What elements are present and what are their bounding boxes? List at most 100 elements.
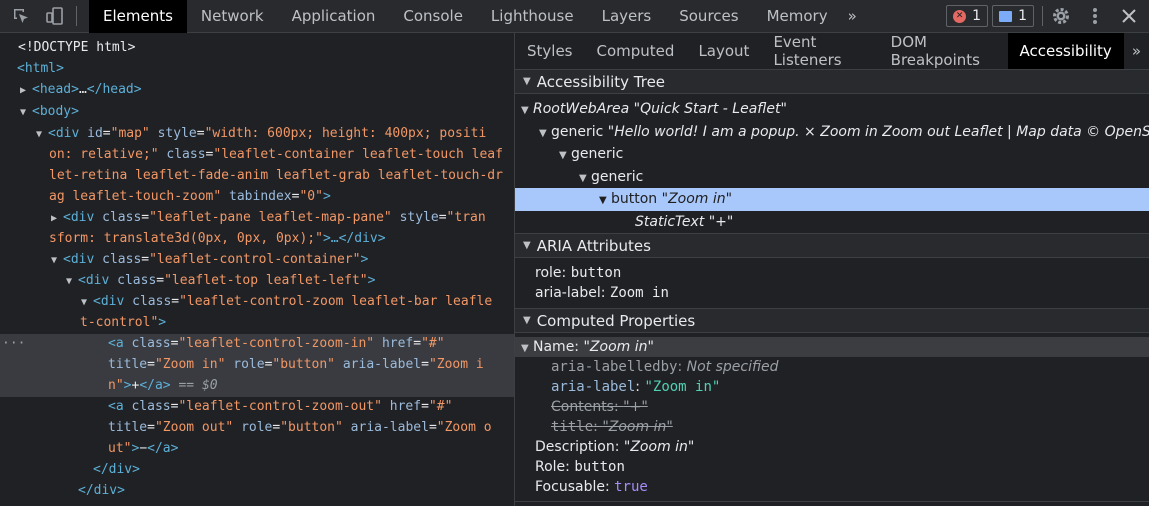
toolbar-divider bbox=[76, 6, 77, 26]
attr-name: class bbox=[131, 399, 171, 414]
dom-line-html[interactable]: <html> bbox=[17, 59, 64, 79]
expand-arrow-icon[interactable]: ▶ bbox=[20, 81, 32, 101]
a11y-node-button[interactable]: ▼ button "Zoom in" bbox=[599, 188, 732, 210]
tab-application[interactable]: Application bbox=[278, 0, 390, 33]
prop-key: Focusable: bbox=[535, 479, 615, 495]
tab-elements[interactable]: Elements bbox=[89, 0, 187, 33]
message-count-badge[interactable]: 1 bbox=[992, 5, 1034, 27]
attr-name: role bbox=[233, 357, 265, 372]
section-title: Accessibility Tree bbox=[536, 72, 666, 91]
computed-name-row[interactable]: ▼ Name: "Zoom in" bbox=[521, 336, 654, 358]
error-count: 1 bbox=[972, 8, 982, 24]
a11y-name: "Quick Start - Leaflet" bbox=[633, 101, 787, 117]
prop-value: "Zoom in" bbox=[623, 439, 695, 455]
dom-line-pane[interactable]: ▶ <div class="leaflet-pane leaflet-map-pa… bbox=[51, 208, 486, 228]
dom-line-close-div[interactable]: </div> bbox=[78, 481, 125, 501]
prop-value: button bbox=[574, 459, 625, 475]
more-options-icon[interactable] bbox=[1085, 6, 1105, 26]
aria-value[interactable]: Zoom in bbox=[610, 285, 669, 301]
tag-close: > bbox=[322, 189, 331, 204]
collapse-arrow-icon: ▼ bbox=[579, 173, 587, 184]
a11y-node-generic[interactable]: ▼ generic bbox=[579, 166, 643, 188]
dom-line-doctype[interactable]: <!DOCTYPE html> bbox=[18, 38, 135, 58]
prop-value: "+" bbox=[623, 399, 648, 415]
a11y-node-generic[interactable]: ▼ generic bbox=[559, 143, 623, 165]
aria-value[interactable]: button bbox=[571, 265, 622, 281]
section-aria-attributes[interactable]: ▼ ARIA Attributes bbox=[515, 233, 1149, 258]
attr-value: "Zoom i bbox=[428, 357, 484, 372]
tag-open: <a bbox=[108, 336, 132, 351]
aria-role-row: role: button bbox=[535, 265, 622, 281]
attr-name: aria-label bbox=[350, 420, 429, 435]
tab-layers[interactable]: Layers bbox=[588, 0, 666, 33]
tab-layout[interactable]: Layout bbox=[686, 33, 761, 69]
dom-line-control-container[interactable]: ▼ <div class="leaflet-control-container"> bbox=[51, 250, 368, 270]
head-close: </head> bbox=[86, 82, 142, 97]
dom-line-map-cont: let-retina leaflet-fade-anim leaflet-gra… bbox=[49, 166, 503, 186]
attr-name: title bbox=[108, 420, 148, 435]
collapse-arrow-icon[interactable]: ▼ bbox=[66, 272, 78, 292]
collapse-arrow-icon[interactable]: ▼ bbox=[81, 293, 93, 313]
dom-line-map-cont: ag leaflet-touch-zoom" tabindex="0"> bbox=[49, 189, 331, 204]
tab-console[interactable]: Console bbox=[389, 0, 477, 33]
a11y-role: generic bbox=[571, 146, 624, 162]
dom-line-close-div[interactable]: </div> bbox=[93, 460, 140, 480]
settings-gear-icon[interactable] bbox=[1051, 6, 1071, 26]
close-icon[interactable] bbox=[1119, 6, 1139, 26]
more-sidebar-tabs-button[interactable]: » bbox=[1124, 33, 1149, 69]
section-computed-properties[interactable]: ▼ Computed Properties bbox=[515, 308, 1149, 333]
device-toolbar-icon[interactable] bbox=[45, 6, 65, 26]
collapse-arrow-icon[interactable]: ▼ bbox=[51, 251, 63, 271]
dom-line-body[interactable]: ▼ <body> bbox=[20, 102, 79, 122]
attr-name: aria-label bbox=[342, 357, 422, 372]
attr-value: "leaflet-control-zoom leaflet-bar leafle bbox=[179, 294, 493, 309]
attr-value: "leaflet-top leaflet-left" bbox=[164, 273, 368, 288]
attr-value: "#" bbox=[421, 336, 445, 351]
computed-focusable-row: Focusable: true bbox=[535, 476, 648, 498]
attr-value: "Zoom out" bbox=[154, 420, 234, 435]
attr-name: style bbox=[157, 126, 197, 141]
tag-close: </div> bbox=[78, 483, 125, 498]
dom-line-zoom-out[interactable]: <a class="leaflet-control-zoom-out" href… bbox=[108, 397, 452, 417]
tab-computed[interactable]: Computed bbox=[585, 33, 687, 69]
dom-line-map[interactable]: ▼ <div id="map" style="width: 600px; heig… bbox=[36, 124, 486, 144]
inspect-element-icon[interactable] bbox=[11, 6, 31, 26]
a11y-node-root[interactable]: ▼ RootWebArea "Quick Start - Leaflet" bbox=[521, 98, 787, 120]
tag-open: <a bbox=[108, 399, 132, 414]
tab-lighthouse[interactable]: Lighthouse bbox=[477, 0, 588, 33]
tab-accessibility[interactable]: Accessibility bbox=[1007, 33, 1124, 69]
collapse-arrow-icon[interactable]: ▼ bbox=[20, 103, 32, 123]
tab-memory[interactable]: Memory bbox=[753, 0, 842, 33]
a11y-role: generic bbox=[591, 169, 644, 185]
tab-network[interactable]: Network bbox=[187, 0, 278, 33]
tab-styles[interactable]: Styles bbox=[515, 33, 585, 69]
dom-line-top-left[interactable]: ▼ <div class="leaflet-top leaflet-left"> bbox=[66, 271, 375, 291]
dom-line-zoom-in[interactable]: <a class="leaflet-control-zoom-in" href=… bbox=[108, 334, 445, 354]
error-count-badge[interactable]: ✕ 1 bbox=[946, 5, 989, 27]
a11y-name: "Hello world! I am a popup. × Zoom in Zo… bbox=[607, 124, 1149, 140]
collapse-arrow-icon[interactable]: ▼ bbox=[36, 125, 48, 145]
dom-line-head[interactable]: ▶ <head>…</head> bbox=[20, 80, 142, 100]
attr-value: "tran bbox=[446, 210, 486, 225]
a11y-node-generic[interactable]: ▼ generic "Hello world! I am a popup. × Z… bbox=[539, 121, 1149, 143]
attr-name: class bbox=[131, 336, 171, 351]
computed-title-row: title: "Zoom in" bbox=[551, 419, 673, 435]
more-tabs-button[interactable]: » bbox=[842, 0, 863, 33]
attr-name: class bbox=[102, 210, 142, 225]
tab-sources[interactable]: Sources bbox=[665, 0, 752, 33]
section-divider bbox=[515, 501, 1149, 502]
body-tag: <body> bbox=[32, 104, 79, 119]
dom-line-zoom-div[interactable]: ▼ <div class="leaflet-control-zoom leafle… bbox=[81, 292, 492, 312]
attr-name: class bbox=[132, 294, 172, 309]
collapse-arrow-icon: ▼ bbox=[539, 128, 547, 139]
toolbar-divider bbox=[1042, 6, 1043, 26]
html-tag: <html> bbox=[17, 61, 64, 76]
node-actions-dots[interactable]: ··· bbox=[2, 334, 25, 354]
a11y-node-statictext[interactable]: StaticText "+" bbox=[635, 211, 733, 233]
tab-event-listeners[interactable]: Event Listeners bbox=[761, 33, 878, 69]
attr-value: "leaflet-pane leaflet-map-pane" bbox=[149, 210, 392, 225]
section-accessibility-tree[interactable]: ▼ Accessibility Tree bbox=[515, 69, 1149, 94]
expand-arrow-icon[interactable]: ▶ bbox=[51, 209, 63, 229]
collapse-arrow-icon: ▼ bbox=[523, 315, 531, 326]
tab-dom-breakpoints[interactable]: DOM Breakpoints bbox=[879, 33, 1008, 69]
